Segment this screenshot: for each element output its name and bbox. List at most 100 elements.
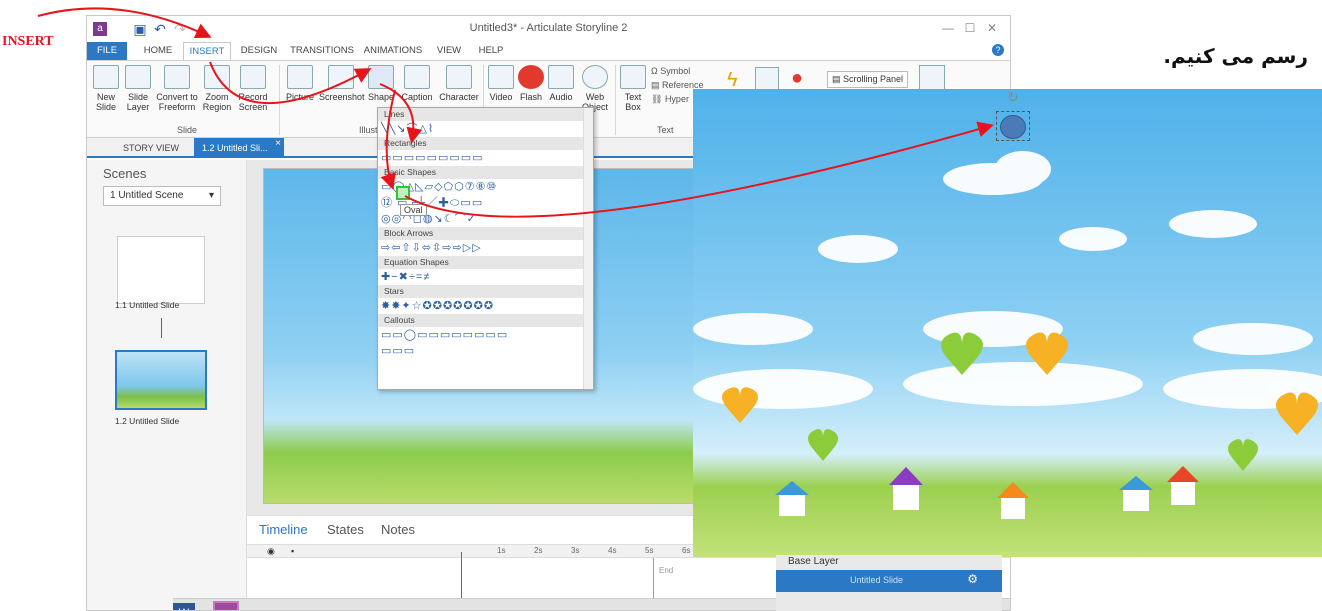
maximize-button[interactable]: ☐ [960,19,980,37]
flash-button[interactable]: Flash [517,65,545,102]
screenshot-icon [328,65,354,89]
symbol-label: Symbol [660,66,691,76]
zoom-region-button[interactable]: Zoom Region [201,65,233,112]
scenes-title: Scenes [103,166,147,181]
oval-shape-selected[interactable] [996,111,1030,141]
scrolling-panel-button[interactable]: ▤ Scrolling Panel [827,71,909,88]
convert-freeform-button[interactable]: Convert to Freeform [153,65,201,112]
basic-shapes-row[interactable]: ▭◯△◺▱◇⬠⬡⑦⑧⑩ [378,179,593,195]
lock-icon[interactable]: ▪ [291,546,294,556]
oval-shape-highlighted[interactable] [396,186,410,200]
base-layer-label: Base Layer [788,556,839,567]
storyline-taskbar-icon[interactable]: a [213,601,239,610]
text-box-label: Text Box [624,92,642,112]
ribbon-separator [279,65,280,135]
ribbon-tabs: FILE HOME INSERT DESIGN TRANSITIONS ANIM… [87,40,1010,60]
callouts-row[interactable]: ▭▭▭ [378,343,593,359]
hyperlink-button[interactable]: ⛓ Hyper [651,93,689,105]
section-basic-shapes: Basic Shapes [378,166,593,179]
slide-tab[interactable]: 1.2 Untitled Sli... × [194,138,284,158]
end-label: End [659,566,674,575]
screenshot-button[interactable]: Screenshot [319,65,365,102]
callouts-row[interactable]: ▭▭◯▭▭▭▭▭▭▭▭ [378,327,593,343]
caption-label: Caption [401,92,433,102]
shapes-menu: Lines ╲╲↘⌒△⌇ Rectangles ▭▭▭▭▭▭▭▭▭ Basic … [377,107,594,390]
audio-button[interactable]: Audio [547,65,575,102]
record-screen-button[interactable]: Record Screen [233,65,273,112]
screenshot-label: Screenshot [319,92,365,102]
video-label: Video [489,92,513,102]
slide-tab-close-button[interactable]: × [275,134,281,154]
slide-thumbnail-label: 1.2 Untitled Slide [115,416,180,426]
section-callouts: Callouts [378,314,593,327]
text-box-button[interactable]: Text Box [619,65,647,112]
tab-states[interactable]: States [327,522,364,537]
scene-dropdown-value: 1 Untitled Scene [110,190,184,201]
tab-home[interactable]: HOME [135,42,181,60]
tab-view[interactable]: VIEW [431,42,467,60]
tab-timeline[interactable]: Timeline [259,522,308,537]
slide-layer-icon [125,65,151,89]
rectangles-row[interactable]: ▭▭▭▭▭▭▭▭▭ [378,150,593,166]
word-taskbar-icon[interactable]: W [173,603,195,610]
slide-layer-button[interactable]: Slide Layer [123,65,153,112]
tab-file[interactable]: FILE [87,42,127,60]
story-view-tab[interactable]: STORY VIEW [107,139,179,157]
marker-icon[interactable]: ● [791,67,803,90]
picture-icon [287,65,313,89]
base-layer-slide-name: Untitled Slide [850,575,904,585]
minimize-button[interactable]: — [938,19,958,37]
scrolling-panel-label: Scrolling Panel [843,74,904,84]
audio-label: Audio [549,92,573,102]
tick: 3s [571,546,580,555]
block-arrows-row[interactable]: ⇨⇦⇧⇩⬄⇳⇨⇨▷▷ [378,240,593,256]
video-button[interactable]: Video [487,65,515,102]
zoom-region-label: Zoom Region [202,92,232,112]
slide-thumbnail-label: 1.1 Untitled Slide [115,300,180,310]
web-object-button[interactable]: Web Object [579,65,611,112]
menu-scrollbar[interactable] [583,108,593,389]
caption-button[interactable]: Caption [399,65,435,102]
record-screen-icon [240,65,266,89]
tab-design[interactable]: DESIGN [237,42,281,60]
tab-transitions[interactable]: TRANSITIONS [287,42,357,60]
record-screen-label: Record Screen [238,92,268,112]
shape-button[interactable]: Shape [365,65,397,102]
new-slide-button[interactable]: New Slide [91,65,121,112]
new-slide-label: New Slide [95,92,116,112]
picture-label: Picture [285,92,314,102]
oval-tooltip: Oval [400,204,427,216]
rotation-handle-icon[interactable]: ↻ [1007,89,1019,106]
title-bar: a ▣ ↶ ↷ Untitled3* - Articulate Storylin… [87,16,1010,42]
scene-dropdown[interactable]: 1 Untitled Scene ▾ [103,186,221,206]
help-icon[interactable]: ? [992,44,1004,56]
eye-icon[interactable]: ◉ [267,546,275,557]
character-label: Character [439,92,479,102]
picture-button[interactable]: Picture [283,65,317,102]
character-button[interactable]: Character [439,65,479,102]
stars-row[interactable]: ✸✸✦☆✪✪✪✪✪✪✪ [378,298,593,314]
symbol-button[interactable]: Ω Symbol [651,65,690,77]
slider-icon[interactable] [755,67,779,91]
tab-insert[interactable]: INSERT [183,42,231,60]
web-object-icon [582,65,608,89]
tab-help[interactable]: HELP [473,42,509,60]
flash-icon [518,65,544,89]
connector-line [161,318,162,338]
tab-notes[interactable]: Notes [381,522,415,537]
gear-icon[interactable]: ⚙ [967,572,978,586]
ribbon-separator [615,65,616,135]
tab-animations[interactable]: ANIMATIONS [361,42,425,60]
slide-thumbnail[interactable] [117,236,205,304]
slide-thumbnail-selected[interactable] [115,350,207,410]
section-rectangles: Rectangles [378,137,593,150]
equation-row[interactable]: ✚−✖÷=≠ [378,269,593,285]
zoom-region-icon [204,65,230,89]
section-lines: Lines [378,108,593,121]
new-slide-icon [93,65,119,89]
lines-row[interactable]: ╲╲↘⌒△⌇ [378,121,593,137]
base-layer-row[interactable]: Untitled Slide ⚙ [776,570,1002,592]
convert-freeform-label: Convert to Freeform [156,92,198,112]
close-button[interactable]: ✕ [982,19,1002,37]
group-slide-label: Slide [177,125,198,135]
